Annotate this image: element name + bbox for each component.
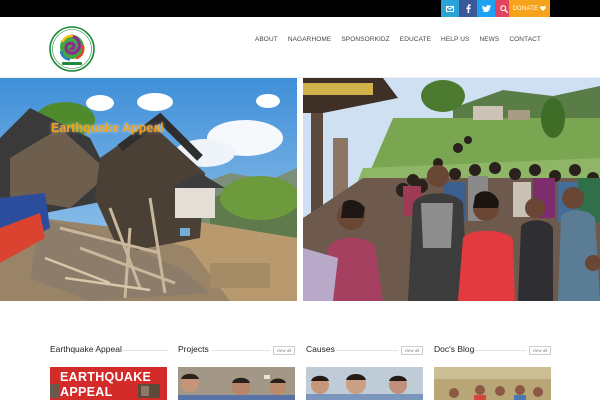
nagarkot-logo[interactable] [49, 26, 95, 72]
twitter-icon[interactable] [477, 0, 495, 17]
nav-about[interactable]: ABOUT [250, 36, 283, 44]
column-title-projects[interactable]: Projects [178, 344, 209, 354]
banner-photo-strip [50, 384, 160, 398]
top-bar: DONATE [0, 0, 600, 17]
site-header: ABOUT NAGARHOME SPONSORKIDZ EDUCATE HELP… [0, 17, 600, 78]
nav-news[interactable]: NEWS [474, 36, 504, 44]
hero-crowd-image[interactable] [303, 78, 600, 301]
docs-blog-thumbnail[interactable] [434, 367, 551, 400]
nav-sponsorkidz[interactable]: SPONSORKIDZ [336, 36, 394, 44]
column-title-causes[interactable]: Causes [306, 344, 335, 354]
nav-help-us[interactable]: HELP US [436, 36, 474, 44]
view-all-blog-button[interactable]: view all [529, 346, 551, 355]
column-divider [212, 350, 270, 351]
column-divider [122, 350, 168, 351]
nav-educate[interactable]: EDUCATE [395, 36, 436, 44]
heart-icon [540, 6, 547, 11]
column-divider [474, 350, 526, 351]
nav-contact[interactable]: CONTACT [504, 36, 546, 44]
main-nav: ABOUT NAGARHOME SPONSORKIDZ EDUCATE HELP… [250, 36, 546, 44]
hero-earthquake-image[interactable] [0, 78, 297, 301]
view-all-projects-button[interactable]: view all [273, 346, 295, 355]
view-all-causes-button[interactable]: view all [401, 346, 423, 355]
nav-nagarhome[interactable]: NAGARHOME [283, 36, 337, 44]
causes-thumbnail[interactable] [306, 367, 423, 400]
column-divider [336, 350, 398, 351]
earthquake-appeal-banner[interactable]: EARTHQUAKE APPEAL [50, 367, 167, 400]
facebook-icon[interactable] [459, 0, 477, 17]
donate-button[interactable]: DONATE [509, 0, 550, 17]
column-title-docs-blog[interactable]: Doc's Blog [434, 344, 474, 354]
email-icon[interactable] [441, 0, 459, 17]
donate-label: DONATE [512, 5, 539, 12]
column-title-earthquake-appeal[interactable]: Earthquake Appeal [50, 344, 122, 354]
projects-thumbnail[interactable] [178, 367, 295, 400]
hero-caption[interactable]: Earthquake Appeal [51, 121, 164, 135]
